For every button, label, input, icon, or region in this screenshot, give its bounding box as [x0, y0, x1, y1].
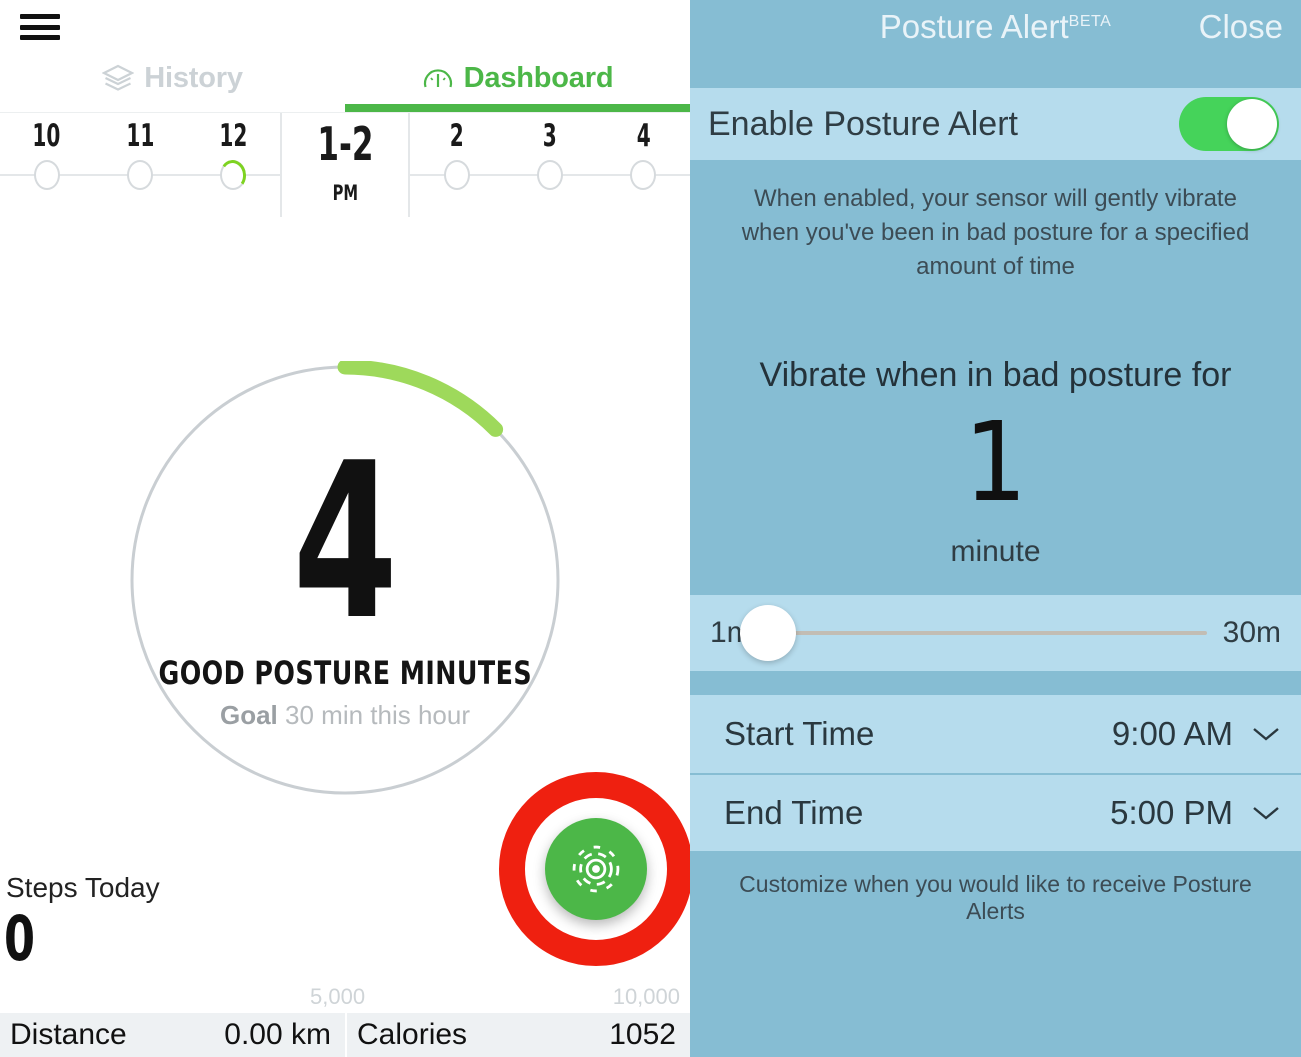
- timeline-hour-cell[interactable]: 4: [596, 113, 690, 217]
- tab-history[interactable]: History: [0, 52, 345, 110]
- start-time-row[interactable]: Start Time 9:00 AM: [690, 695, 1301, 774]
- steps-scale-max: 10,000: [612, 984, 680, 1009]
- gauge-goal-prefix: Goal: [219, 700, 278, 731]
- stat-calories: Calories 1052: [345, 1013, 690, 1057]
- posture-alert-panel: Posture AlertBETA Close Enable Posture A…: [690, 0, 1301, 1057]
- vibrate-duration-slider-row[interactable]: 1m 30m: [690, 595, 1301, 672]
- tab-dashboard-label: Dashboard: [463, 61, 614, 94]
- app-screen: History Dashboard 10 11 12 1-2 PM 2 3 4 …: [0, 0, 1301, 1057]
- posture-alert-title: Posture AlertBETA: [880, 8, 1112, 46]
- start-time-value: 9:00 AM: [1111, 715, 1233, 753]
- timeline-hour-dot: [126, 160, 153, 190]
- layers-icon: [101, 63, 135, 93]
- stat-distance-value: 0.00 km: [224, 1018, 331, 1051]
- vibrate-duration-unit: minute: [950, 535, 1041, 569]
- timeline-hour-label: 3: [542, 118, 557, 154]
- hamburger-line: [20, 14, 60, 19]
- posture-alert-footnote: Customize when you would like to receive…: [739, 871, 1252, 925]
- chevron-down-icon: [1251, 804, 1281, 822]
- posture-alert-title-text: Posture Alert: [879, 8, 1069, 45]
- timeline-hour-label: 11: [126, 118, 154, 154]
- timeline-hour-dot: [443, 160, 470, 190]
- stat-distance: Distance 0.00 km: [0, 1013, 345, 1057]
- end-time-row[interactable]: End Time 5:00 PM: [690, 773, 1301, 852]
- section-gap: [690, 671, 1301, 696]
- timeline-hour-dot: [220, 160, 247, 190]
- timeline-hour-cell[interactable]: 11: [93, 113, 187, 217]
- enable-posture-alert-toggle[interactable]: [1179, 97, 1279, 151]
- steps-scale-mid: 5,000: [310, 984, 366, 1009]
- chevron-down-icon: [1251, 725, 1281, 743]
- end-time-control[interactable]: 5:00 PM: [1110, 794, 1281, 832]
- vibrate-duration-value: 1: [964, 398, 1027, 527]
- timeline-current-hour[interactable]: 1-2 PM: [279, 113, 410, 217]
- gauge-value: 4: [292, 415, 398, 667]
- timeline-hour-label: 12: [219, 118, 248, 154]
- slider-max-label: 30m: [1222, 616, 1281, 650]
- timeline-hour-cell[interactable]: 10: [0, 113, 94, 217]
- timeline-hour-cell[interactable]: 12: [186, 113, 280, 217]
- posture-gauge-wrap: 4 GOOD POSTURE MINUTES Goal 30 min this …: [0, 300, 690, 860]
- tab-bar: History Dashboard: [0, 52, 690, 112]
- gauge-center-content: 4 GOOD POSTURE MINUTES Goal 30 min this …: [126, 361, 564, 799]
- hour-timeline[interactable]: 10 11 12 1-2 PM 2 3 4: [0, 112, 690, 217]
- end-time-value: 5:00 PM: [1110, 794, 1233, 832]
- gauge-goal: Goal 30 min this hour: [220, 700, 470, 731]
- timeline-hour-dot: [33, 160, 60, 190]
- slider-handle[interactable]: [739, 605, 796, 662]
- hamburger-line: [20, 35, 60, 40]
- start-time-label: Start Time: [724, 715, 875, 753]
- end-time-label: End Time: [724, 794, 864, 832]
- timeline-current-label: 1-2: [316, 117, 374, 171]
- hamburger-line: [20, 24, 60, 30]
- gauge-icon: [422, 63, 454, 93]
- stat-calories-value: 1052: [609, 1018, 676, 1051]
- slider-track[interactable]: [739, 605, 1207, 662]
- posture-gauge: 4 GOOD POSTURE MINUTES Goal 30 min this …: [126, 361, 564, 799]
- dashboard-panel: History Dashboard 10 11 12 1-2 PM 2 3 4 …: [0, 0, 690, 1057]
- timeline-hour-label: 2: [449, 118, 464, 154]
- enable-posture-alert-label: Enable Posture Alert: [708, 104, 1018, 143]
- sensor-connect-button[interactable]: [545, 818, 647, 920]
- timeline-hour-dot: [536, 160, 563, 190]
- stat-distance-label: Distance: [10, 1018, 127, 1051]
- timeline-hour-cell[interactable]: 3: [503, 113, 597, 217]
- hamburger-menu-icon[interactable]: [20, 10, 62, 44]
- beta-badge: BETA: [1068, 13, 1112, 30]
- timeline-hour-label: 10: [32, 118, 61, 154]
- vibrate-duration-question: Vibrate when in bad posture for: [759, 356, 1232, 395]
- close-button[interactable]: Close: [1199, 8, 1283, 46]
- timeline-hour-cell[interactable]: 2: [409, 113, 504, 217]
- start-time-control[interactable]: 9:00 AM: [1112, 715, 1281, 753]
- gauge-goal-text: 30 min this hour: [285, 700, 470, 731]
- gauge-title: GOOD POSTURE MINUTES: [158, 654, 532, 693]
- tab-dashboard[interactable]: Dashboard: [345, 52, 690, 112]
- enable-posture-alert-row[interactable]: Enable Posture Alert: [690, 88, 1301, 160]
- timeline-hour-dot: [630, 160, 657, 190]
- target-radar-icon: [572, 845, 620, 893]
- toggle-knob: [1227, 99, 1277, 149]
- posture-alert-description: When enabled, your sensor will gently vi…: [741, 185, 1250, 281]
- stats-bar: Distance 0.00 km Calories 1052: [0, 1013, 690, 1057]
- tab-history-label: History: [144, 61, 243, 94]
- stat-calories-label: Calories: [357, 1018, 468, 1051]
- timeline-hour-label: 4: [636, 118, 651, 154]
- steps-value: 0: [4, 902, 36, 975]
- timeline-current-ampm: PM: [332, 181, 358, 205]
- posture-alert-header: Posture AlertBETA Close: [690, 0, 1301, 88]
